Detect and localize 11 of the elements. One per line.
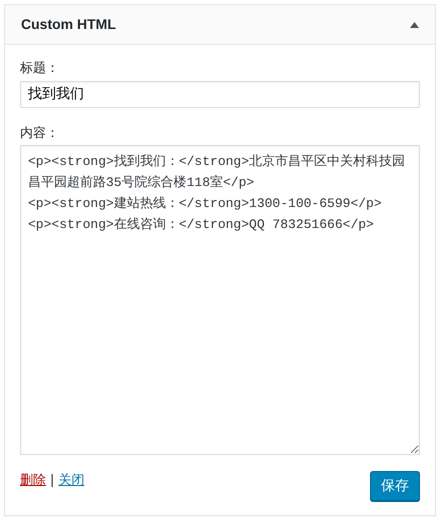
close-link[interactable]: 关闭 xyxy=(58,471,84,490)
save-button[interactable]: 保存 xyxy=(370,471,420,501)
widget-title: Custom HTML xyxy=(21,15,116,34)
collapse-arrow-icon[interactable] xyxy=(410,22,419,28)
delete-link[interactable]: 删除 xyxy=(20,471,46,490)
title-field[interactable]: 找到我们 xyxy=(20,80,420,108)
widget-header[interactable]: Custom HTML xyxy=(5,5,435,45)
field-label: 标题： xyxy=(20,60,60,78)
separator: | xyxy=(50,472,54,490)
field-label: 内容： xyxy=(20,124,60,142)
content-field[interactable]: <p><strong>找到我们：</strong>北京市昌平区中关村科技园昌平园超前路35号院综合楼118室</p> <p><strong>建站热线：</strong>1300-100-6599</p> <p><strong>在线咨询：</strong>QQ 783251666</p> xyxy=(20,145,420,455)
